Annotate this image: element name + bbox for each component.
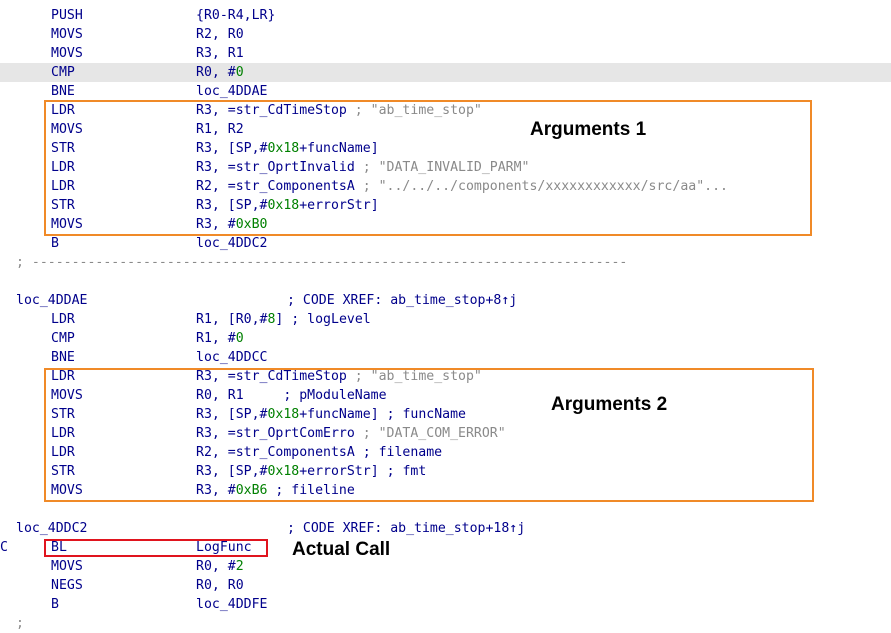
operands: R0, #0	[196, 63, 244, 82]
mnemonic: LDR	[51, 312, 75, 327]
arguments-1-annotation: Arguments 1	[530, 119, 647, 140]
operands: loc_4DDC2	[196, 234, 267, 253]
operand-token: R0, #	[196, 65, 236, 80]
arguments-2-annotation: Arguments 2	[551, 394, 668, 415]
operands: loc_4DDCC	[196, 348, 267, 367]
operand-token: loc_4DDC2	[196, 236, 268, 251]
operands: R0, #2	[196, 557, 244, 576]
actual-call-highlight-box	[44, 539, 268, 557]
mnemonic: MOVS	[51, 27, 83, 42]
mnemonic: PUSH	[51, 8, 83, 23]
mnemonic: MOVS	[51, 559, 83, 574]
xref-comment: ; CODE XREF: ab_time_stop+8↑j	[287, 293, 518, 308]
instruction-line[interactable]: MOVS R3, R1	[0, 44, 891, 63]
instruction-line[interactable]: PUSH {R0-R4,LR}	[0, 6, 891, 25]
operand-token: R0, #	[196, 559, 236, 574]
operand-token: 0	[235, 65, 244, 80]
mnemonic: BNE	[51, 84, 75, 99]
xref-marker: C	[0, 540, 8, 555]
operand-token: R1, [R0,#	[196, 312, 268, 327]
operand-token: loc_4DDCC	[196, 350, 268, 365]
operand-token: 2	[235, 559, 244, 574]
instruction-line[interactable]: Bloc_4DDFE	[0, 595, 891, 614]
instruction-line[interactable]: CMP R0, #0	[0, 63, 891, 82]
operands: {R0-R4,LR}	[196, 6, 275, 25]
operands: R3, R1	[196, 44, 244, 63]
mnemonic: B	[51, 236, 59, 251]
operand-token: loc_4DDAE	[196, 84, 268, 99]
code-label[interactable]: loc_4DDAE	[16, 291, 87, 310]
operand-token: R3, R1	[196, 46, 244, 61]
code-label-line[interactable]: loc_4DDC2 ; CODE XREF: ab_time_stop+18↑j	[0, 519, 891, 538]
mnemonic: B	[51, 597, 59, 612]
instruction-line[interactable]: MOVS R0, #2	[0, 557, 891, 576]
arguments-1-highlight-box	[44, 100, 812, 236]
separator-line: ; --------------------------------------…	[0, 253, 891, 272]
code-label-line[interactable]: loc_4DDAE ; CODE XREF: ab_time_stop+8↑j	[0, 291, 891, 310]
operand-token: {R0-R4,LR}	[196, 8, 276, 23]
operand-token: loc_4DDFE	[196, 597, 268, 612]
actual-call-annotation: Actual Call	[292, 539, 391, 560]
tail-line: ;	[0, 614, 891, 633]
instruction-line[interactable]: LDR R1, [R0,#8] ; logLevel	[0, 310, 891, 329]
tail-text: ;	[16, 616, 24, 631]
operands: loc_4DDFE	[196, 595, 267, 614]
operands: R1, [R0,#8] ; logLevel	[196, 310, 371, 329]
code-label[interactable]: loc_4DDC2	[16, 519, 87, 538]
mnemonic: CMP	[51, 65, 75, 80]
arguments-2-highlight-box	[44, 368, 814, 502]
xref-comment: ; CODE XREF: ab_time_stop+18↑j	[287, 521, 526, 536]
operands: R1, #0	[196, 329, 244, 348]
instruction-line[interactable]: MOVS R2, R0	[0, 25, 891, 44]
operands: R2, R0	[196, 25, 244, 44]
operands: R0, R0	[196, 576, 244, 595]
operand-token: R0, R0	[196, 578, 244, 593]
separator-text: ; --------------------------------------…	[16, 255, 628, 270]
mnemonic: CMP	[51, 331, 75, 346]
mnemonic: BNE	[51, 350, 75, 365]
instruction-line[interactable]: NEGS R0, R0	[0, 576, 891, 595]
mnemonic: MOVS	[51, 46, 83, 61]
instruction-line[interactable]: BNE loc_4DDCC	[0, 348, 891, 367]
mnemonic: NEGS	[51, 578, 83, 593]
instruction-line[interactable]: BNE loc_4DDAE	[0, 82, 891, 101]
operand-token: ] ; logLevel	[275, 312, 371, 327]
operands: loc_4DDAE	[196, 82, 267, 101]
operand-token: 0	[235, 331, 244, 346]
instruction-line[interactable]: Bloc_4DDC2	[0, 234, 891, 253]
operand-token: R1, #	[196, 331, 236, 346]
instruction-line[interactable]: CMP R1, #0	[0, 329, 891, 348]
operand-token: R2, R0	[196, 27, 244, 42]
